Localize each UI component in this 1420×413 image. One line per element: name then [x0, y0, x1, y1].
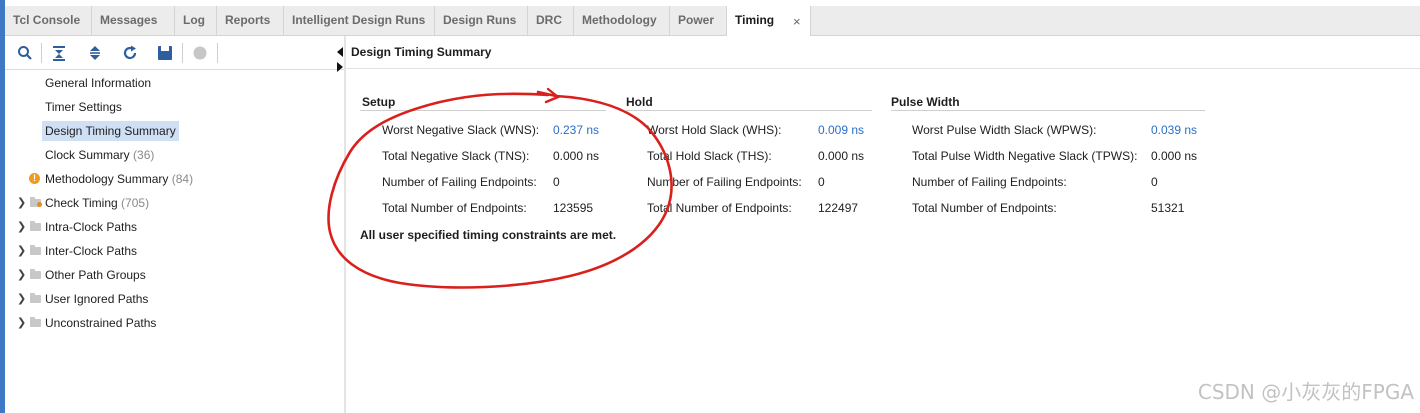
close-icon[interactable]: × [793, 6, 801, 37]
tab-power[interactable]: Power [670, 6, 727, 35]
tree-item-timer-settings[interactable]: Timer Settings [45, 97, 122, 117]
setup-wns-label: Worst Negative Slack (WNS): [382, 123, 540, 137]
tree-item-count: (36) [133, 148, 155, 162]
setup-failing-value: 0 [553, 175, 560, 189]
hold-whs-label: Worst Hold Slack (WHS): [647, 123, 782, 137]
search-icon[interactable] [17, 45, 33, 61]
setup-tns-label: Total Negative Slack (TNS): [382, 149, 530, 163]
chevron-right-icon[interactable]: ❯ [17, 313, 26, 333]
tree-item-count: (705) [121, 196, 150, 210]
tab-reports[interactable]: Reports [217, 6, 284, 35]
hold-endpoints-value: 122497 [818, 201, 859, 215]
chevron-right-icon[interactable]: ❯ [17, 217, 26, 237]
hold-heading: Hold [626, 95, 653, 109]
pulse-tpws-value: 0.000 ns [1151, 149, 1198, 163]
tab-intelligent-design-runs[interactable]: Intelligent Design Runs [284, 6, 435, 35]
tab-bar: Tcl Console Messages Log Reports Intelli… [5, 6, 1420, 36]
save-icon[interactable] [157, 45, 173, 61]
tab-timing[interactable]: Timing × [727, 6, 811, 36]
refresh-icon[interactable] [122, 45, 138, 61]
collapse-left-icon[interactable] [337, 47, 343, 57]
hold-ths-value: 0.000 ns [818, 149, 865, 163]
tree-item-intra-clock-paths[interactable]: Intra-Clock Paths [45, 217, 137, 237]
tab-drc[interactable]: DRC [528, 6, 574, 35]
divider [891, 110, 1205, 111]
pulse-failing-label: Number of Failing Endpoints: [912, 175, 1067, 189]
stop-icon[interactable] [192, 45, 208, 61]
tree-item-label: Methodology Summary [45, 172, 169, 186]
folder-icon [30, 221, 41, 231]
divider [346, 68, 1420, 69]
watermark: CSDN @小灰灰的FPGA [1197, 380, 1414, 404]
panel-splitter[interactable] [344, 36, 346, 413]
tree-item-other-path-groups[interactable]: Other Path Groups [45, 265, 146, 285]
tree-item-design-timing-summary[interactable]: Design Timing Summary [42, 121, 179, 141]
tab-log[interactable]: Log [175, 6, 217, 35]
folder-icon [30, 269, 41, 279]
toolbar-separator [182, 43, 183, 63]
toolbar-separator [41, 43, 42, 63]
tab-timing-label: Timing [735, 13, 775, 27]
chevron-right-icon[interactable]: ❯ [17, 265, 26, 285]
hold-endpoints-label: Total Number of Endpoints: [647, 201, 792, 215]
chevron-right-icon[interactable]: ❯ [17, 289, 26, 309]
folder-icon [30, 317, 41, 327]
toolbar-separator [217, 43, 218, 63]
timing-met-message: All user specified timing constraints ar… [360, 228, 617, 242]
pulse-endpoints-label: Total Number of Endpoints: [912, 201, 1057, 215]
setup-tns-value: 0.000 ns [553, 149, 600, 163]
folder-icon [30, 245, 41, 255]
setup-failing-label: Number of Failing Endpoints: [382, 175, 537, 189]
tab-design-runs[interactable]: Design Runs [435, 6, 528, 35]
pulse-width-heading: Pulse Width [891, 95, 960, 109]
pulse-wpws-value[interactable]: 0.039 ns [1151, 123, 1197, 137]
hold-failing-label: Number of Failing Endpoints: [647, 175, 802, 189]
chevron-right-icon[interactable]: ❯ [17, 241, 26, 261]
toolbar [5, 36, 345, 70]
warning-icon: ! [29, 173, 40, 184]
tree-item-clock-summary[interactable]: Clock Summary (36) [45, 145, 154, 165]
tree-item-general-information[interactable]: General Information [45, 73, 151, 93]
pulse-tpws-label: Total Pulse Width Negative Slack (TPWS): [912, 149, 1138, 163]
expand-right-icon[interactable] [337, 62, 343, 72]
tree-item-label: Check Timing [45, 196, 118, 210]
panel-title: Design Timing Summary [351, 45, 492, 59]
hold-whs-value[interactable]: 0.009 ns [818, 123, 864, 137]
tree-item-check-timing[interactable]: Check Timing (705) [45, 193, 149, 213]
tree-item-inter-clock-paths[interactable]: Inter-Clock Paths [45, 241, 137, 261]
hold-ths-label: Total Hold Slack (THS): [647, 149, 772, 163]
hold-failing-value: 0 [818, 175, 825, 189]
tab-tcl-console[interactable]: Tcl Console [5, 6, 92, 35]
tree-item-user-ignored-paths[interactable]: User Ignored Paths [45, 289, 148, 309]
divider [360, 110, 606, 111]
setup-wns-value[interactable]: 0.237 ns [553, 123, 599, 137]
folder-icon [30, 293, 41, 303]
divider [626, 110, 872, 111]
tab-messages[interactable]: Messages [92, 6, 175, 35]
tree-item-unconstrained-paths[interactable]: Unconstrained Paths [45, 313, 156, 333]
tree-item-label: Clock Summary [45, 148, 130, 162]
expand-all-icon[interactable] [87, 45, 103, 61]
tree-item-methodology-summary[interactable]: Methodology Summary (84) [45, 169, 193, 189]
setup-endpoints-value: 123595 [553, 201, 594, 215]
pulse-failing-value: 0 [1151, 175, 1158, 189]
setup-heading: Setup [362, 95, 396, 109]
collapse-all-icon[interactable] [51, 45, 67, 61]
chevron-right-icon[interactable]: ❯ [17, 193, 26, 213]
tree-item-count: (84) [171, 172, 194, 186]
setup-endpoints-label: Total Number of Endpoints: [382, 201, 527, 215]
pulse-endpoints-value: 51321 [1151, 201, 1185, 215]
folder-warning-icon [30, 197, 42, 207]
pulse-wpws-label: Worst Pulse Width Slack (WPWS): [912, 123, 1097, 137]
tab-methodology[interactable]: Methodology [574, 6, 670, 35]
